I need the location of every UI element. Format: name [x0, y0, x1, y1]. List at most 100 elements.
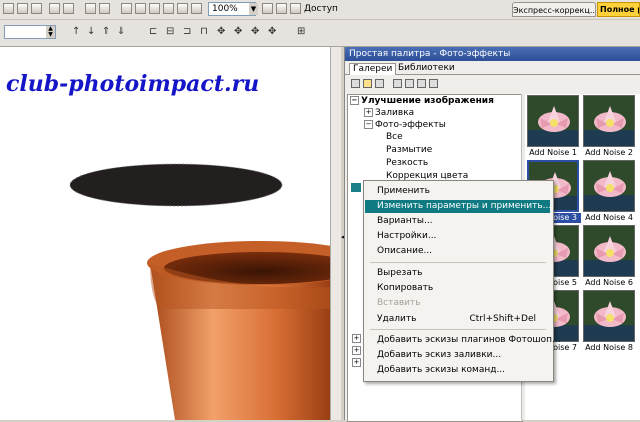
access-label[interactable]: Доступ: [304, 3, 338, 16]
camera-icon[interactable]: [99, 3, 110, 14]
main-toolbar: 100% ▼ Доступ Экспресс-коррекц... Полное…: [0, 0, 640, 20]
list-view-icon[interactable]: [417, 79, 426, 88]
align-center-icon[interactable]: ⊟: [166, 26, 174, 38]
thumbnail-label: Add Noise 1: [529, 148, 577, 157]
align-left-icon[interactable]: ⊏: [149, 26, 157, 38]
menu-separator: [370, 262, 546, 263]
thumbnail-item[interactable]: [583, 290, 635, 342]
tree-node-all[interactable]: Все: [386, 132, 403, 143]
magic-icon[interactable]: [135, 3, 146, 14]
context-menu: Применить Изменить параметры и применить…: [363, 180, 561, 382]
tree-node-collapsed[interactable]: +: [352, 334, 363, 345]
tab-libraries[interactable]: Библиотеки: [395, 63, 458, 74]
menu-item-variants[interactable]: Варианты...: [365, 215, 550, 228]
soil-shape: [69, 163, 283, 207]
menu-item-copy[interactable]: Копировать: [365, 282, 550, 295]
grid-view-icon[interactable]: [405, 79, 414, 88]
ruler-icon[interactable]: [163, 3, 174, 14]
menu-item-add-command-thumbnails[interactable]: Добавить эскизы команд...: [365, 364, 550, 377]
menu-item-cut[interactable]: Вырезать: [365, 267, 550, 280]
flower-pot: [147, 241, 330, 420]
thumbnail-item[interactable]: [583, 95, 635, 147]
secondary-toolbar: ▲ ▼ ↑ ↓ ⇑ ⇓ ⊏ ⊟ ⊐ ⊓ ✥ ✥ ✥ ✥ ⊞: [0, 20, 640, 47]
tree-node-collapsed[interactable]: +: [352, 346, 363, 357]
copy-icon[interactable]: [17, 3, 28, 14]
tab-galleries[interactable]: Галереи: [349, 63, 397, 75]
folder-icon[interactable]: [363, 79, 372, 88]
menu-item-delete[interactable]: Удалить Ctrl+Shift+Del: [365, 313, 550, 326]
redo-icon[interactable]: [63, 3, 74, 14]
tree-node-enhance[interactable]: − Улучшение изображения: [350, 96, 494, 107]
cut-icon[interactable]: [3, 3, 14, 14]
image-canvas[interactable]: club-photoimpact.ru: [0, 47, 330, 420]
tree-node-collapsed[interactable]: +: [352, 358, 363, 369]
trash-icon[interactable]: [429, 79, 438, 88]
arrow-down-icon[interactable]: ↓: [87, 26, 95, 38]
tab-express-correction[interactable]: Экспресс-коррекц...: [512, 2, 596, 17]
collapse-icon[interactable]: −: [350, 96, 359, 105]
menu-item-add-plugin-thumbnails[interactable]: Добавить эскизы плагинов Фотошоп...: [365, 334, 561, 347]
expand-icon[interactable]: +: [352, 346, 361, 355]
canvas-scrollbar[interactable]: [330, 47, 341, 420]
expand-icon[interactable]: +: [364, 108, 373, 117]
tree-node-fill[interactable]: + Заливка: [364, 108, 414, 119]
expand-icon[interactable]: +: [352, 334, 361, 343]
scanner-icon[interactable]: [85, 3, 96, 14]
zoom-in-icon[interactable]: [262, 3, 273, 14]
expand-icon[interactable]: +: [352, 358, 361, 367]
save-icon[interactable]: [393, 79, 402, 88]
menu-item-edit-and-apply[interactable]: Изменить параметры и применить...: [365, 200, 551, 213]
canvas-artwork: [69, 163, 330, 420]
panel-tabs: Галереи Библиотеки: [345, 61, 640, 75]
arrow-top-icon[interactable]: ⇑: [102, 26, 110, 38]
tab-full-editor[interactable]: Полное ре: [597, 2, 640, 17]
thumbnail-item[interactable]: [583, 160, 635, 212]
move-left-icon[interactable]: ✥: [217, 26, 225, 38]
menu-item-apply[interactable]: Применить: [365, 185, 550, 198]
arrow-bottom-icon[interactable]: ⇓: [117, 26, 125, 38]
lotus-image: [584, 226, 634, 276]
thumbnail-label: Add Noise 2: [585, 148, 633, 157]
move-right-icon[interactable]: ✥: [234, 26, 242, 38]
access-icon[interactable]: [290, 3, 301, 14]
selected-node-marker: [351, 183, 361, 192]
lotus-image: [584, 96, 634, 146]
menu-item-settings[interactable]: Настройки...: [365, 230, 550, 243]
move-up-icon[interactable]: ✥: [251, 26, 259, 38]
move-down-icon[interactable]: ✥: [268, 26, 276, 38]
align-right-icon[interactable]: ⊐: [183, 26, 191, 38]
tree-node-blur[interactable]: Размытие: [386, 145, 432, 156]
undo-icon[interactable]: [49, 3, 60, 14]
align-top-icon[interactable]: ⊓: [200, 26, 208, 38]
thumbnail-label: Add Noise 8: [585, 343, 633, 352]
distribute-icon[interactable]: ⊞: [297, 26, 305, 38]
panel-title: Простая палитра - Фото-эффекты: [345, 47, 640, 61]
arrow-up-icon[interactable]: ↑: [72, 26, 80, 38]
tools-icon[interactable]: [375, 79, 384, 88]
thumbnail-label: Add Noise 4: [585, 213, 633, 222]
thumbnail-label: Add Noise 6: [585, 278, 633, 287]
lotus-image: [584, 161, 634, 211]
chevron-down-icon[interactable]: ▼: [249, 3, 258, 15]
menu-separator: [370, 329, 546, 330]
home-icon[interactable]: [351, 79, 360, 88]
delete-shortcut: Ctrl+Shift+Del: [469, 314, 536, 324]
collapse-icon[interactable]: −: [364, 120, 373, 129]
tree-node-photo-effects[interactable]: − Фото-эффекты: [364, 120, 446, 131]
grid-icon[interactable]: [149, 3, 160, 14]
menu-item-paste: Вставить: [377, 298, 421, 308]
panel-icon-bar: [345, 75, 640, 93]
lotus-image: [528, 96, 578, 146]
palette-icon[interactable]: [177, 3, 188, 14]
thumbnail-item[interactable]: [583, 225, 635, 277]
menu-item-add-fill-thumbnail[interactable]: Добавить эскиз заливки...: [365, 349, 550, 362]
spinner-icon[interactable]: ▲ ▼: [46, 26, 55, 38]
menu-item-description[interactable]: Описание...: [365, 245, 550, 258]
paste-icon[interactable]: [31, 3, 42, 14]
brush-icon[interactable]: [191, 3, 202, 14]
zoom-out-icon[interactable]: [276, 3, 287, 14]
lotus-image: [584, 291, 634, 341]
crop-icon[interactable]: [121, 3, 132, 14]
tree-node-sharpen[interactable]: Резкость: [386, 158, 428, 169]
thumbnail-item[interactable]: [527, 95, 579, 147]
